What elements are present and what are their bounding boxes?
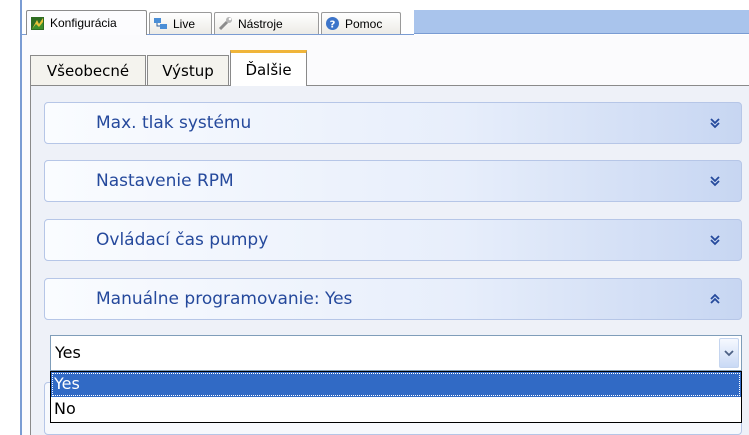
tab-label: Nástroje	[238, 16, 283, 31]
chevron-down-icon	[724, 350, 734, 357]
tab-label: Ďalšie	[245, 60, 292, 79]
tab-label: Všeobecné	[46, 61, 130, 80]
dropdown-list: Yes No	[50, 371, 742, 423]
main-tab-strip: Konfigurácia Live Nástroje ? Pomoc	[22, 10, 749, 35]
tab-label: Pomoc	[345, 16, 383, 31]
manual-programming-select[interactable]: Yes	[50, 335, 742, 371]
svg-text:?: ?	[330, 20, 336, 31]
section-title: Max. tlak systému	[96, 113, 252, 133]
tab-nastroje[interactable]: Nástroje	[214, 12, 319, 34]
tab-konfiguracia[interactable]: Konfigurácia	[26, 10, 147, 35]
tools-icon	[218, 17, 232, 31]
chevron-double-down-icon	[710, 176, 720, 187]
help-icon: ?	[326, 17, 339, 31]
section-title: Ovládací čas pumpy	[96, 230, 269, 250]
tab-label: Live	[173, 16, 196, 31]
option-no[interactable]: No	[51, 397, 741, 422]
chevron-double-up-icon	[710, 293, 720, 304]
section-title: Nastavenie RPM	[96, 171, 234, 191]
window-left-edge	[0, 0, 22, 435]
config-icon	[31, 16, 44, 30]
chevron-double-down-icon	[710, 118, 720, 129]
section-title: Manuálne programovanie: Yes	[96, 289, 353, 309]
section-ovladaci-cas-pumpy[interactable]: Ovládací čas pumpy	[44, 219, 742, 261]
tab-pomoc[interactable]: ? Pomoc	[321, 12, 401, 34]
select-value: Yes	[55, 343, 81, 362]
tab-label: Konfigurácia	[50, 16, 117, 30]
section-nastavenie-rpm[interactable]: Nastavenie RPM	[44, 160, 742, 202]
tab-dalsie[interactable]: Ďalšie	[230, 50, 307, 86]
dropdown-button[interactable]	[719, 338, 739, 368]
tab-live[interactable]: Live	[149, 12, 212, 34]
option-yes[interactable]: Yes	[51, 372, 741, 397]
section-manualne-programovanie[interactable]: Manuálne programovanie: Yes	[44, 278, 742, 320]
tab-vseobecne[interactable]: Všeobecné	[30, 55, 146, 85]
live-icon	[154, 18, 167, 29]
chevron-double-down-icon	[710, 235, 720, 246]
tab-label: Výstup	[162, 61, 214, 80]
tab-vystup[interactable]: Výstup	[147, 55, 229, 85]
section-max-tlak[interactable]: Max. tlak systému	[44, 102, 742, 144]
